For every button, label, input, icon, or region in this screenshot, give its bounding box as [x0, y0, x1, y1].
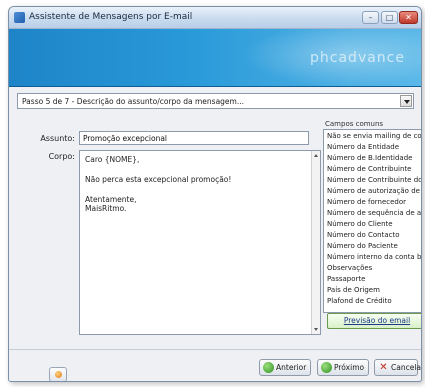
step-dropdown[interactable]: Passo 5 de 7 - Descrição do assunto/corp…	[17, 93, 414, 109]
window-title: Assistente de Mensagens por E-mail	[29, 12, 193, 22]
close-button[interactable]: ✕	[399, 11, 418, 24]
body-line: Atentamente,	[85, 195, 137, 204]
subject-input[interactable]: Promoção excepcional	[79, 131, 309, 145]
chevron-down-icon[interactable]	[400, 95, 412, 107]
email-preview-button[interactable]: Previsão do email	[327, 313, 421, 329]
list-item[interactable]: Número de B.Identidade	[327, 154, 412, 162]
title-bar: Assistente de Mensagens por E-mail – □ ✕	[9, 7, 421, 29]
fields-title: Campos comuns	[325, 120, 384, 128]
scroll-up-icon[interactable]	[314, 154, 318, 157]
list-item[interactable]: Observações	[327, 264, 372, 272]
fields-list[interactable]: Não se envia mailing de conta c Número d…	[323, 129, 421, 313]
list-item[interactable]: Plafond de Crédito	[327, 297, 392, 305]
app-icon	[14, 12, 25, 23]
list-item[interactable]: Número de sequência de autori	[327, 209, 421, 217]
list-item[interactable]: Número de autorização de Débi	[327, 187, 421, 195]
arrow-left-icon	[263, 362, 274, 373]
cancel-button[interactable]: ✕ Cancelar	[374, 359, 421, 376]
help-icon	[55, 371, 62, 378]
list-item[interactable]: Número de fornecedor	[327, 198, 406, 206]
list-item[interactable]: País de Origem	[327, 286, 380, 294]
body-label: Corpo:	[48, 152, 75, 161]
cancel-button-label: Cancelar	[391, 363, 422, 372]
body-line: Caro {NOME},	[85, 155, 140, 164]
list-item[interactable]: Número do Cliente	[327, 220, 393, 228]
header-banner: phcadvance	[9, 29, 421, 87]
list-item[interactable]: Não se envia mailing de conta c	[327, 132, 421, 140]
help-button[interactable]	[49, 367, 67, 381]
scroll-down-icon[interactable]	[314, 328, 318, 331]
body-scrollbar[interactable]	[311, 151, 320, 334]
footer-divider	[9, 349, 421, 350]
next-button[interactable]: Próximo	[317, 359, 369, 376]
minimize-button[interactable]: –	[362, 11, 379, 24]
body-line: MaisRitmo.	[85, 204, 127, 213]
body-line: Não perca esta excepcional promoção!	[85, 175, 232, 184]
next-button-label: Próximo	[334, 363, 365, 372]
list-item[interactable]: Passaporte	[327, 275, 365, 283]
wizard-window: Assistente de Mensagens por E-mail – □ ✕…	[8, 6, 422, 382]
maximize-button[interactable]: □	[381, 11, 398, 24]
body-textarea[interactable]: Caro {NOME}, Não perca esta excepcional …	[79, 150, 321, 335]
back-button[interactable]: Anterior	[259, 359, 311, 376]
list-item[interactable]: Número da Entidade	[327, 143, 399, 151]
list-item[interactable]: Número de Contribuinte do Rep	[327, 176, 421, 184]
brand-logo: phcadvance	[310, 50, 405, 66]
back-button-label: Anterior	[276, 363, 307, 372]
step-dropdown-value: Passo 5 de 7 - Descrição do assunto/corp…	[22, 97, 244, 106]
list-item[interactable]: Número do Paciente	[327, 242, 398, 250]
list-item[interactable]: Número de Contribuinte	[327, 165, 412, 173]
arrow-right-icon	[321, 362, 332, 373]
list-item[interactable]: Número do Contacto	[327, 231, 400, 239]
subject-label: Assunto:	[40, 134, 75, 143]
list-item[interactable]: Número interno da conta banca	[327, 253, 421, 261]
close-icon: ✕	[379, 362, 388, 373]
